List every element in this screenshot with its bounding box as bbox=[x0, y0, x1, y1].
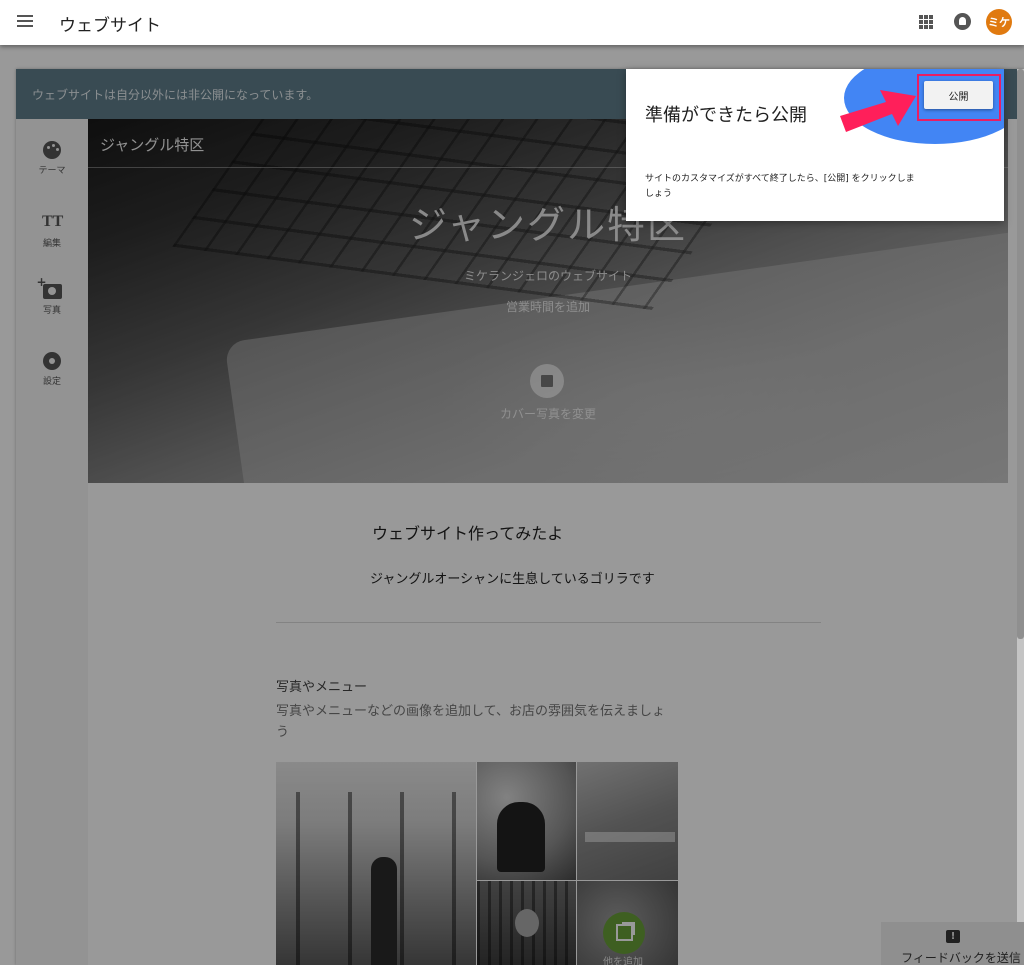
publish-highlight-box bbox=[917, 74, 1001, 121]
apps-grid-icon[interactable] bbox=[919, 15, 933, 29]
tooltip-heading: 準備ができたら公開 bbox=[645, 105, 807, 126]
top-app-bar: ウェブサイト ミケ bbox=[0, 0, 1024, 45]
notifications-icon[interactable] bbox=[954, 13, 971, 30]
pointer-arrow-icon bbox=[840, 90, 916, 132]
feedback-icon: ! bbox=[946, 930, 960, 943]
send-feedback-button[interactable]: ! フィードバックを送信 bbox=[881, 922, 1024, 965]
tooltip-body: サイトのカスタマイズがすべて終了したら、[公開] をクリックしましょう bbox=[645, 174, 915, 199]
publish-tooltip-card: 準備ができたら公開 サイトのカスタマイズがすべて終了したら、[公開] をクリック… bbox=[626, 69, 1004, 221]
feedback-label: フィードバックを送信 bbox=[901, 951, 1021, 965]
scrollbar[interactable] bbox=[1017, 69, 1024, 965]
menu-icon[interactable] bbox=[17, 15, 33, 27]
app-title: ウェブサイト bbox=[59, 16, 161, 36]
scrollbar-thumb[interactable] bbox=[1017, 69, 1024, 639]
avatar[interactable]: ミケ bbox=[986, 9, 1012, 35]
